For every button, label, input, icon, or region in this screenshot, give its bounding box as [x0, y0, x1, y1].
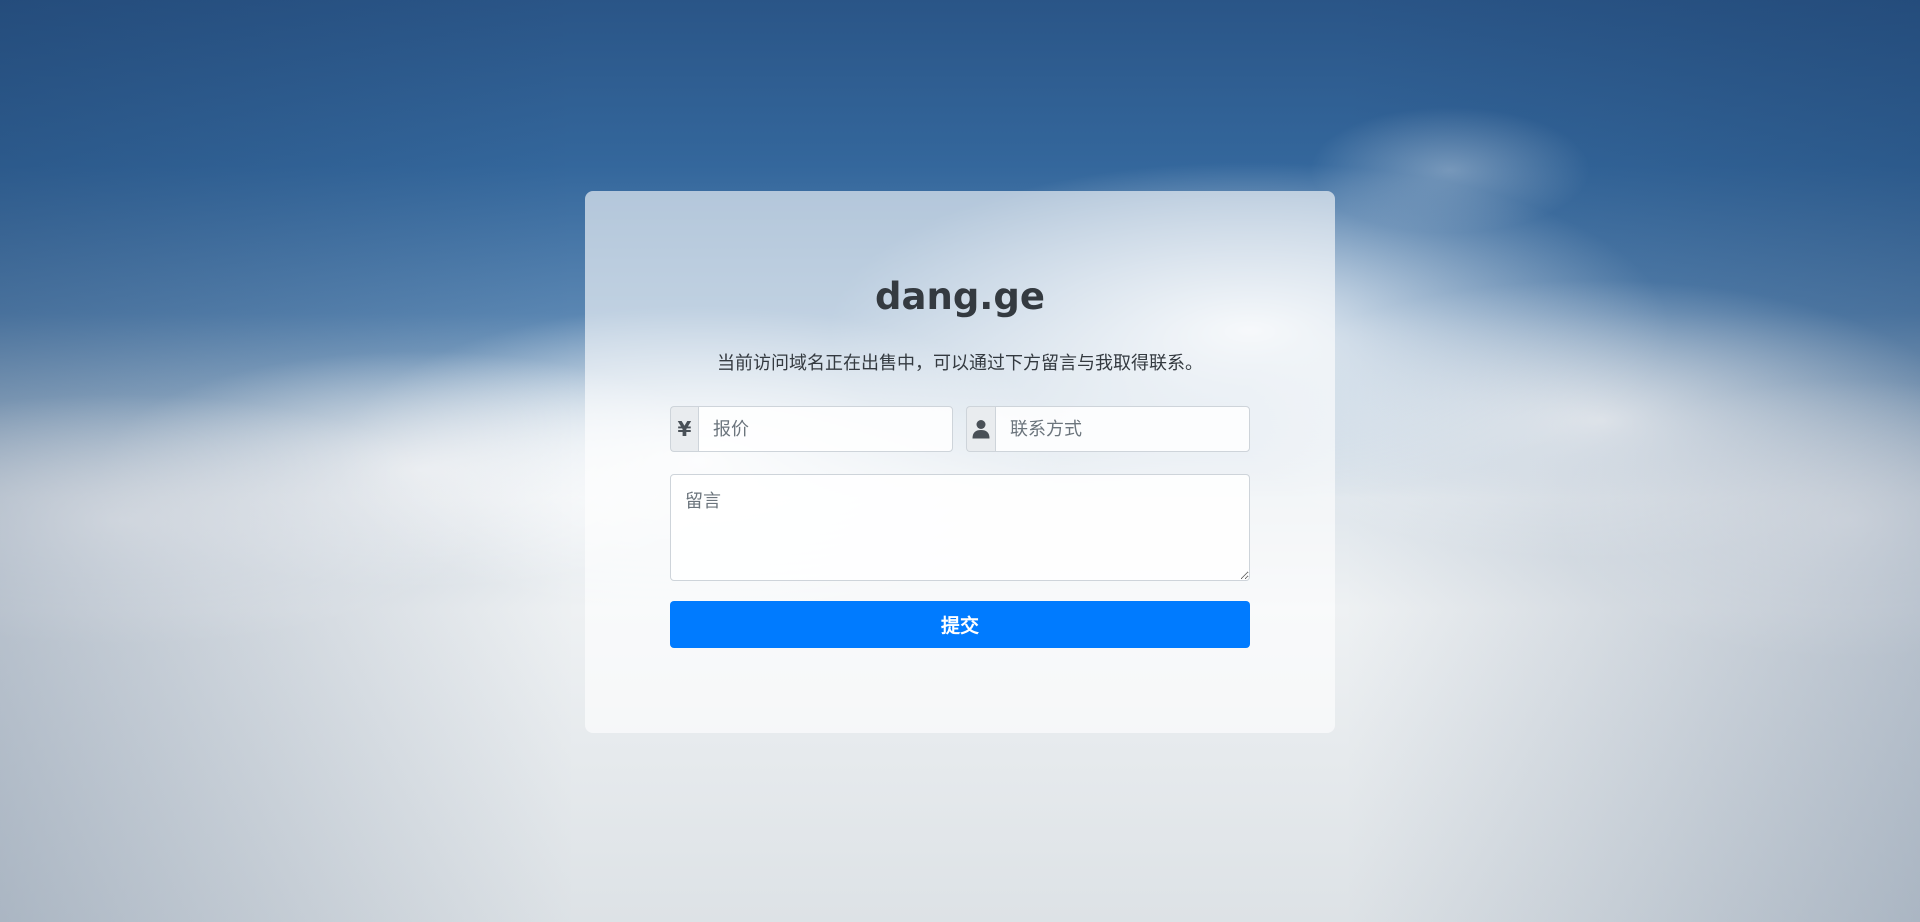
domain-sale-card — [585, 191, 1335, 733]
price-input-group: ¥ — [670, 406, 953, 452]
currency-yen-icon: ¥ — [670, 406, 698, 452]
submit-button[interactable]: 提交 — [670, 601, 1250, 648]
page-subtitle: 当前访问域名正在出售中，可以通过下方留言与我取得联系。 — [717, 353, 1203, 374]
message-textarea[interactable] — [670, 474, 1250, 581]
contact-input-group — [966, 406, 1250, 452]
page-title: dang.ge — [875, 275, 1045, 318]
price-input[interactable] — [698, 406, 953, 452]
user-icon — [966, 406, 995, 452]
contact-input[interactable] — [995, 406, 1250, 452]
